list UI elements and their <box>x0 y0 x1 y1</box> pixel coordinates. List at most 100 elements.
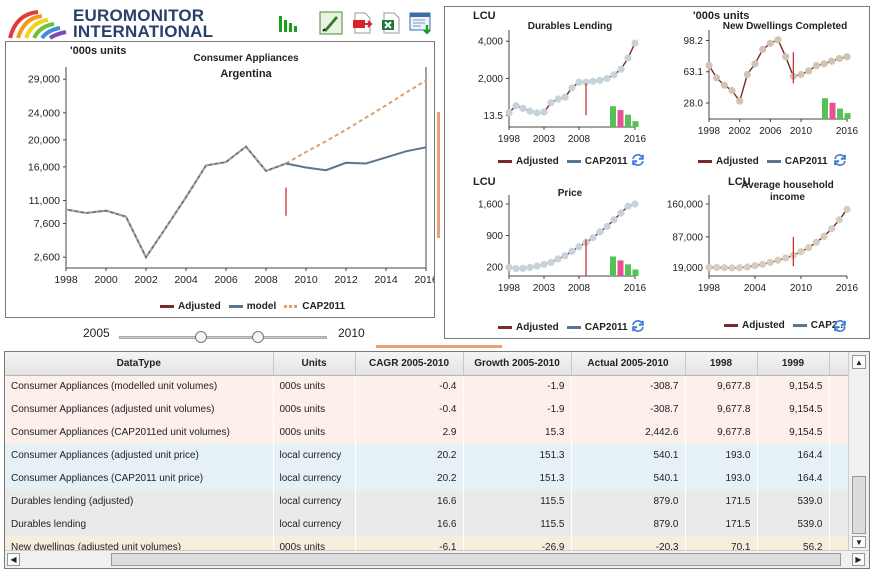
data-point <box>589 234 597 242</box>
x-tick-label: 1998 <box>54 274 78 286</box>
horizontal-scrollbar[interactable]: ◀ ▶ <box>5 550 869 568</box>
durables-lending-chart: 13.5 2,000 4,000 1998 2003 2008 2016 <box>478 30 647 145</box>
y-tick-label: 63.1 <box>684 67 704 78</box>
data-point <box>568 247 576 255</box>
table-row[interactable]: Consumer Appliances (modelled unit volum… <box>5 375 848 398</box>
data-point <box>505 109 513 117</box>
data-point <box>512 102 520 110</box>
table-row[interactable]: Consumer Appliances (adjusted unit volum… <box>5 398 848 421</box>
panel-splitter-horizontal[interactable] <box>376 345 502 348</box>
edit-button[interactable] <box>319 11 343 35</box>
table-cell: -6.1 <box>439 542 457 550</box>
durables-legend: Adjusted CAP2011 <box>498 156 628 167</box>
y-tick-label: 28.0 <box>684 98 704 109</box>
data-point <box>547 99 555 107</box>
column-header[interactable]: DataType <box>5 352 274 376</box>
panel-splitter-vertical[interactable] <box>437 112 440 238</box>
table-row[interactable]: Durables lending local currency 16.6 115.5 8… <box>5 513 848 536</box>
vertical-scrollbar[interactable]: ▲ ▼ <box>848 352 869 550</box>
table-cell: 171.5 <box>725 496 751 507</box>
mini-bar <box>822 98 828 119</box>
scroll-thumb-horizontal[interactable] <box>111 553 841 566</box>
x-tick-label: 2006 <box>214 274 238 286</box>
data-point <box>561 93 569 101</box>
column-header[interactable]: 1999 <box>757 352 830 376</box>
x-tick-label: 2000 <box>94 274 118 286</box>
slider-end-label: 2010 <box>338 326 365 340</box>
scroll-left-icon[interactable]: ◀ <box>7 553 20 566</box>
column-header[interactable]: CAGR 2005-2010 <box>355 352 464 376</box>
x-tick-label: 2008 <box>254 274 278 286</box>
scroll-down-icon[interactable]: ▼ <box>852 536 866 548</box>
slider-handle-start[interactable] <box>195 331 207 343</box>
column-header[interactable]: 1998 <box>685 352 758 376</box>
adjusted-series-line <box>65 145 287 259</box>
table-cell: 115.5 <box>540 519 565 530</box>
scroll-right-icon[interactable]: ▶ <box>852 553 865 566</box>
pdf-export-button[interactable] <box>351 12 373 34</box>
price-legend-cap: CAP2011 <box>584 322 628 333</box>
year-range-slider[interactable] <box>119 331 327 345</box>
table-cell: 9,677.8 <box>717 404 751 415</box>
data-point <box>554 255 562 263</box>
main-chart-legend: Adjusted model CAP2011 <box>160 301 345 312</box>
table-cell: local currency <box>279 450 342 461</box>
data-point <box>766 39 774 47</box>
data-point <box>617 65 625 73</box>
data-point <box>805 244 813 252</box>
refresh-icon[interactable] <box>833 319 847 333</box>
durables-legend-cap-swatch <box>566 160 581 163</box>
data-point <box>705 263 713 272</box>
table-row[interactable]: Durables lending (adjusted) local currenc… <box>5 490 848 513</box>
column-header[interactable]: Units <box>273 352 356 376</box>
table-cell: 539.0 <box>797 496 823 507</box>
dwellings-legend-cap: CAP2011 <box>784 156 828 167</box>
model-series-line <box>65 145 427 260</box>
y-tick-label: 900 <box>486 231 503 242</box>
column-header-filler <box>829 352 848 376</box>
scroll-up-icon[interactable]: ▲ <box>852 355 866 369</box>
column-header[interactable]: Actual 2005-2010 <box>571 352 686 376</box>
mini-bar <box>625 264 631 276</box>
table-cell: 540.1 <box>653 473 679 484</box>
table-cell: -1.9 <box>547 404 565 415</box>
table-row[interactable]: Consumer Appliances (CAP2011 unit price)… <box>5 467 848 490</box>
table-cell: 879.0 <box>653 519 679 530</box>
x-tick-label: 2006 <box>759 126 782 137</box>
data-point <box>812 62 820 70</box>
slider-handle-end[interactable] <box>252 331 264 343</box>
x-tick-label: 2016 <box>836 126 859 137</box>
refresh-icon[interactable] <box>631 319 645 333</box>
table-cell-filler <box>829 536 848 550</box>
y-tick-label: 98.2 <box>684 36 704 47</box>
column-header[interactable]: Growth 2005-2010 <box>463 352 572 376</box>
refresh-icon[interactable] <box>833 153 847 167</box>
data-point <box>561 252 569 260</box>
y-tick-label: 20,000 <box>28 134 60 146</box>
slider-track <box>119 336 327 339</box>
download-button[interactable] <box>409 12 431 35</box>
excel-export-button[interactable] <box>380 12 402 34</box>
table-row[interactable]: New dwellings (adjusted unit volumes) 000… <box>5 536 848 550</box>
chart-view-button[interactable] <box>278 12 300 34</box>
table-row[interactable]: Consumer Appliances (CAP2011ed unit volu… <box>5 421 848 444</box>
legend-adjusted-swatch <box>160 305 174 308</box>
data-point <box>797 70 805 79</box>
refresh-icon[interactable] <box>631 153 645 167</box>
table-cell: Consumer Appliances (CAP2011ed unit volu… <box>11 427 230 438</box>
x-tick-label: 2016 <box>624 283 647 294</box>
y-tick-label: 7,600 <box>34 218 60 230</box>
data-point <box>596 76 604 84</box>
x-tick-label: 2003 <box>533 134 556 145</box>
data-point <box>728 86 736 95</box>
income-legend-adjusted-swatch <box>724 324 738 327</box>
income-legend-adjusted: Adjusted <box>742 320 785 331</box>
dwellings-legend-cap-swatch <box>766 160 781 163</box>
table-row[interactable]: Consumer Appliances (adjusted unit price… <box>5 444 848 467</box>
legend-cap-label: CAP2011 <box>302 301 346 312</box>
table-cell: 539.0 <box>797 519 823 530</box>
dwellings-legend-adjusted-swatch <box>698 160 712 163</box>
price-legend-adjusted-swatch <box>498 326 512 329</box>
scroll-thumb-vertical[interactable] <box>852 476 866 534</box>
mini-bar <box>829 102 836 119</box>
